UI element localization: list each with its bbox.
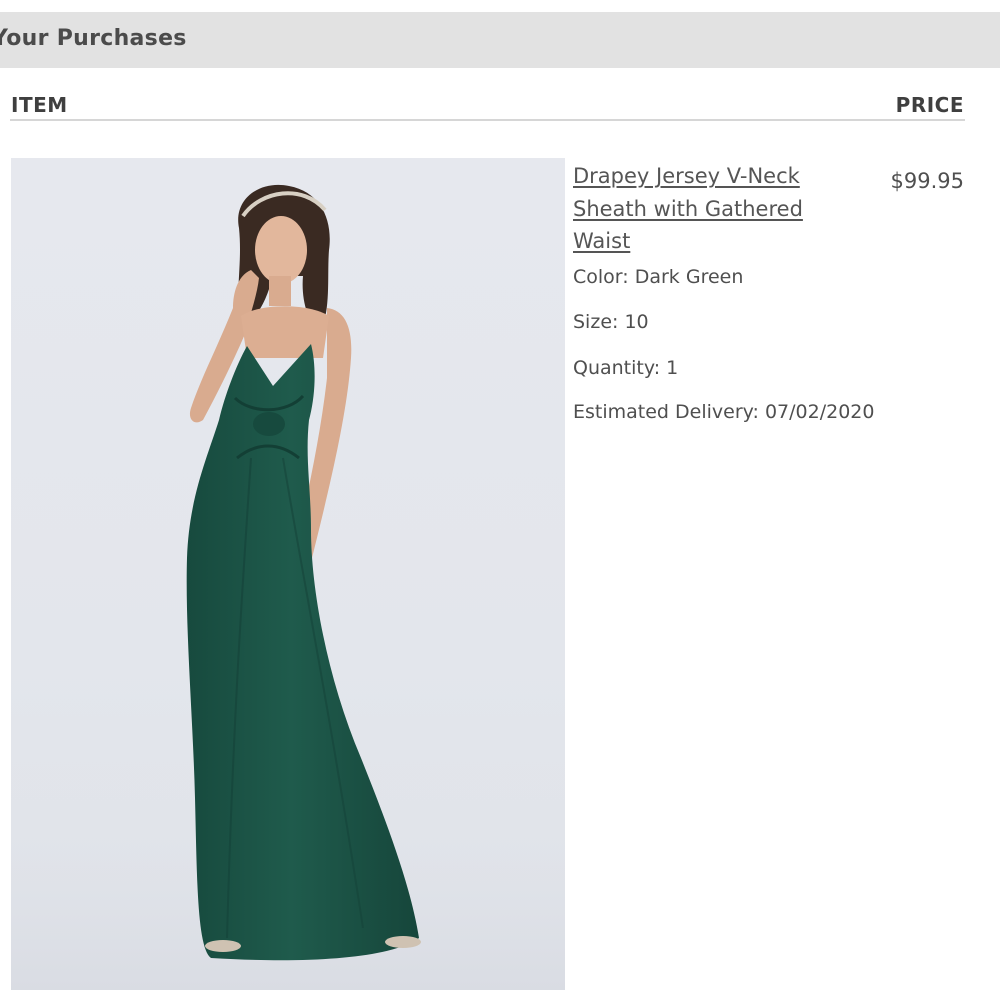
product-details: Drapey Jersey V-Neck Sheath with Gathere…	[573, 160, 874, 423]
product-image[interactable]	[11, 158, 565, 990]
product-quantity: Quantity: 1	[573, 357, 679, 379]
product-price: $99.95	[890, 169, 964, 193]
page-title: Your Purchases	[0, 26, 187, 51]
product-name-link[interactable]: Drapey Jersey V-Neck Sheath with Gathere…	[573, 160, 853, 258]
column-header-item: ITEM	[11, 93, 68, 117]
product-name-line-2: Sheath with Gathered	[573, 196, 803, 221]
header-divider	[10, 119, 965, 121]
product-size: Size: 10	[573, 311, 649, 333]
product-color: Color: Dark Green	[573, 266, 744, 288]
product-name-line-1: Drapey Jersey V-Neck	[573, 164, 800, 188]
product-name-line-3: Waist	[573, 229, 631, 253]
product-photo-icon	[11, 184, 565, 990]
purchases-page: Your Purchases ITEM PRICE Drapey Jersey …	[0, 0, 1000, 1000]
column-header-price: PRICE	[895, 93, 964, 117]
estimated-delivery: Estimated Delivery: 07/02/2020	[573, 401, 875, 423]
